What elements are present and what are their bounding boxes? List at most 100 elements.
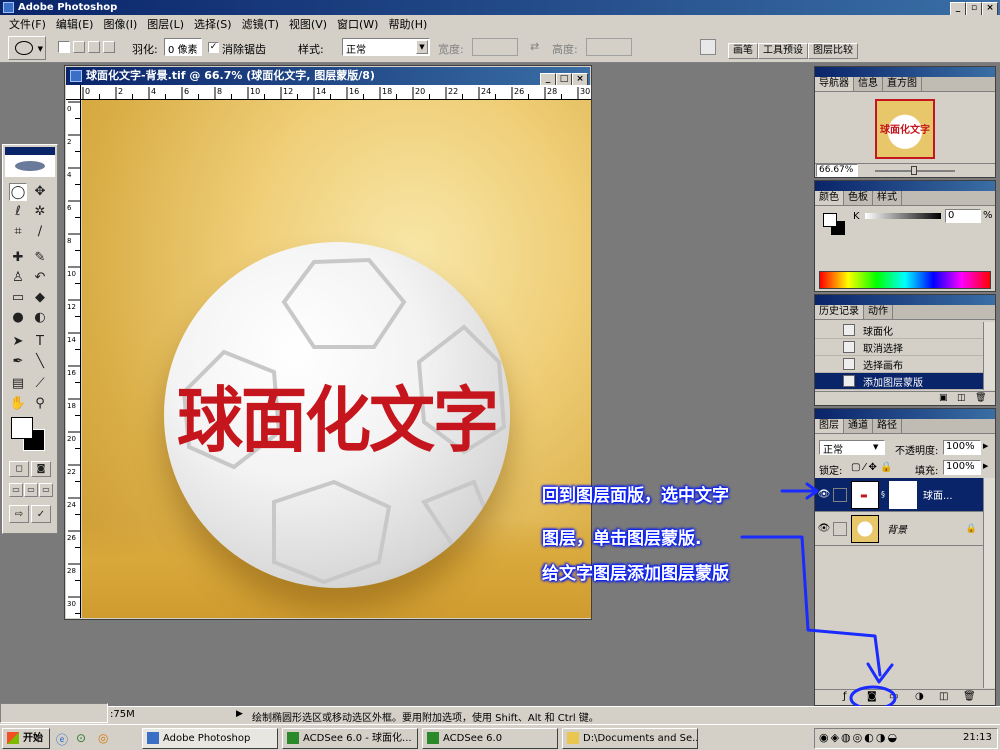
file-browser-icon[interactable] — [700, 39, 716, 55]
intersect-selection-icon[interactable] — [103, 41, 115, 53]
healing-brush-tool-icon[interactable]: ✚ — [9, 249, 27, 267]
tab-actions[interactable]: 动作 — [864, 305, 893, 319]
fill-arrow-icon[interactable]: ▶ — [983, 462, 988, 470]
menu-help[interactable]: 帮助(H) — [383, 16, 432, 32]
type-tool-icon[interactable]: T — [31, 333, 49, 351]
history-item[interactable]: 取消选择 — [815, 339, 983, 356]
history-scrollbar[interactable] — [983, 322, 995, 390]
antialias-checkbox[interactable]: ✓ — [208, 42, 219, 53]
jump-to-imageready-icon[interactable]: ⇨ — [9, 505, 29, 523]
document-title-bar[interactable]: 球面化文字-背景.tif @ 66.7% (球面化文字, 图层蒙版/8) _ □ × — [66, 67, 590, 87]
tool-preset-picker[interactable]: ▼ — [8, 36, 46, 60]
screen-mode-3-icon[interactable]: ▭ — [39, 483, 53, 497]
status-zoom-field[interactable] — [0, 703, 108, 723]
move-tool-icon[interactable]: ✥ — [31, 183, 49, 201]
tab-info[interactable]: 信息 — [854, 77, 883, 91]
tab-navigator[interactable]: 导航器 — [815, 77, 854, 91]
eyedropper-tool-icon[interactable]: ⟋ — [31, 375, 49, 393]
swap-icon[interactable]: ⇄ — [530, 40, 539, 53]
menu-filter[interactable]: 滤镜(T) — [237, 16, 284, 32]
lasso-tool-icon[interactable]: ℓ — [9, 203, 27, 221]
color-k-input[interactable]: 0 — [945, 209, 981, 223]
taskbar-button-acdsee-2[interactable]: ACDSee 6.0 — [422, 728, 558, 749]
zoom-tool-icon[interactable]: ⚲ — [31, 395, 49, 413]
blur-tool-icon[interactable]: ● — [9, 309, 27, 327]
quick-mask-icon[interactable]: ◙ — [31, 461, 51, 477]
add-selection-icon[interactable] — [73, 41, 85, 53]
hand-tool-icon[interactable]: ✋ — [9, 395, 27, 413]
new-document-from-state-icon[interactable]: ▣ — [939, 393, 948, 403]
menu-window[interactable]: 窗口(W) — [332, 16, 383, 32]
menu-view[interactable]: 视图(V) — [284, 16, 332, 32]
palette-tab-brushes[interactable]: 画笔 — [728, 43, 758, 59]
screen-mode-1-icon[interactable]: ▭ — [9, 483, 23, 497]
palette-tab-tool-presets[interactable]: 工具预设 — [758, 43, 808, 59]
ie-icon[interactable]: ⓔ — [56, 731, 68, 748]
history-item[interactable]: 选择画布 — [815, 356, 983, 373]
magic-wand-tool-icon[interactable]: ✲ — [31, 203, 49, 221]
trash-icon[interactable]: 🗑 — [975, 393, 986, 403]
status-arrow-icon[interactable]: ▶ — [236, 709, 243, 719]
palette-tab-layer-comps[interactable]: 图层比较 — [808, 43, 858, 59]
taskbar-button-acdsee-1[interactable]: ACDSee 6.0 - 球面化... — [282, 728, 418, 749]
navigator-zoom-handle[interactable] — [911, 166, 917, 175]
eraser-tool-icon[interactable]: ▭ — [9, 289, 27, 307]
tab-history[interactable]: 历史记录 — [815, 305, 864, 319]
new-snapshot-icon[interactable]: ◫ — [957, 393, 966, 403]
height-input[interactable] — [586, 38, 632, 56]
screen-mode-2-icon[interactable]: ▭ — [24, 483, 38, 497]
tray-icons[interactable]: ◉◈◍◎◐◑◒ — [819, 731, 899, 744]
restore-button[interactable]: ▫ — [966, 2, 982, 16]
blend-mode-chevron-icon[interactable]: ▼ — [873, 443, 878, 451]
menu-image[interactable]: 图像(I) — [98, 16, 142, 32]
paint-bucket-tool-icon[interactable]: ◆ — [31, 289, 49, 307]
pen-tool-icon[interactable]: ✒ — [9, 353, 27, 371]
image-canvas[interactable]: 球面化文字 — [82, 100, 591, 618]
tab-channels[interactable]: 通道 — [844, 419, 873, 433]
taskbar-button-explorer[interactable]: D:\Documents and Se... — [562, 728, 698, 749]
width-input[interactable] — [472, 38, 518, 56]
ruler-origin[interactable] — [66, 85, 81, 100]
navigator-panel-titlebar[interactable] — [815, 67, 995, 77]
notes-tool-icon[interactable]: ▤ — [9, 375, 27, 393]
layers-panel-titlebar[interactable] — [815, 409, 995, 419]
new-selection-icon[interactable] — [58, 41, 70, 53]
foreground-color-swatch[interactable] — [11, 417, 33, 439]
history-item[interactable]: 球面化 — [815, 322, 983, 339]
navigator-zoom-input[interactable]: 66.67% — [816, 164, 858, 177]
edit-in-imageready-icon[interactable]: ✓ — [31, 505, 51, 523]
tab-histogram[interactable]: 直方图 — [883, 77, 922, 91]
path-selection-tool-icon[interactable]: ➤ — [9, 333, 27, 351]
tab-paths[interactable]: 路径 — [873, 419, 902, 433]
brush-tool-icon[interactable]: ✎ — [31, 249, 49, 267]
stamp-tool-icon[interactable]: ♙ — [9, 269, 27, 287]
subtract-selection-icon[interactable] — [88, 41, 100, 53]
feather-input[interactable]: 0 像素 — [164, 38, 202, 56]
opacity-input[interactable]: 100% — [943, 440, 981, 455]
menu-select[interactable]: 选择(S) — [189, 16, 237, 32]
browser-icon[interactable]: ◎ — [98, 731, 108, 745]
menu-layer[interactable]: 图层(L) — [142, 16, 189, 32]
color-ramp[interactable] — [819, 271, 991, 289]
color-k-slider[interactable] — [865, 213, 941, 219]
dodge-tool-icon[interactable]: ◐ — [31, 309, 49, 327]
tab-swatches[interactable]: 色板 — [844, 191, 873, 205]
quicklaunch-icon[interactable]: ⊙ — [76, 731, 86, 745]
tab-layers[interactable]: 图层 — [815, 419, 844, 433]
history-panel-titlebar[interactable] — [815, 295, 995, 305]
history-item-selected[interactable]: 添加图层蒙版 — [815, 373, 983, 390]
line-tool-icon[interactable]: ╲ — [31, 353, 49, 371]
history-brush-tool-icon[interactable]: ↶ — [31, 269, 49, 287]
slice-tool-icon[interactable]: ∕ — [31, 223, 49, 241]
opacity-arrow-icon[interactable]: ▶ — [983, 442, 988, 450]
color-fg-swatch[interactable] — [823, 213, 837, 227]
style-dropdown-chevron-icon[interactable]: ▼ — [416, 40, 428, 54]
navigator-thumbnail[interactable]: 球面化文字 — [875, 99, 935, 159]
close-button[interactable]: × — [982, 2, 998, 16]
start-button[interactable]: 开始 — [2, 728, 50, 749]
taskbar-button-photoshop[interactable]: Adobe Photoshop — [142, 728, 278, 749]
standard-mode-icon[interactable]: ◻ — [9, 461, 29, 477]
tab-color[interactable]: 颜色 — [815, 191, 844, 205]
color-panel-titlebar[interactable] — [815, 181, 995, 191]
menu-edit[interactable]: 编辑(E) — [51, 16, 99, 32]
